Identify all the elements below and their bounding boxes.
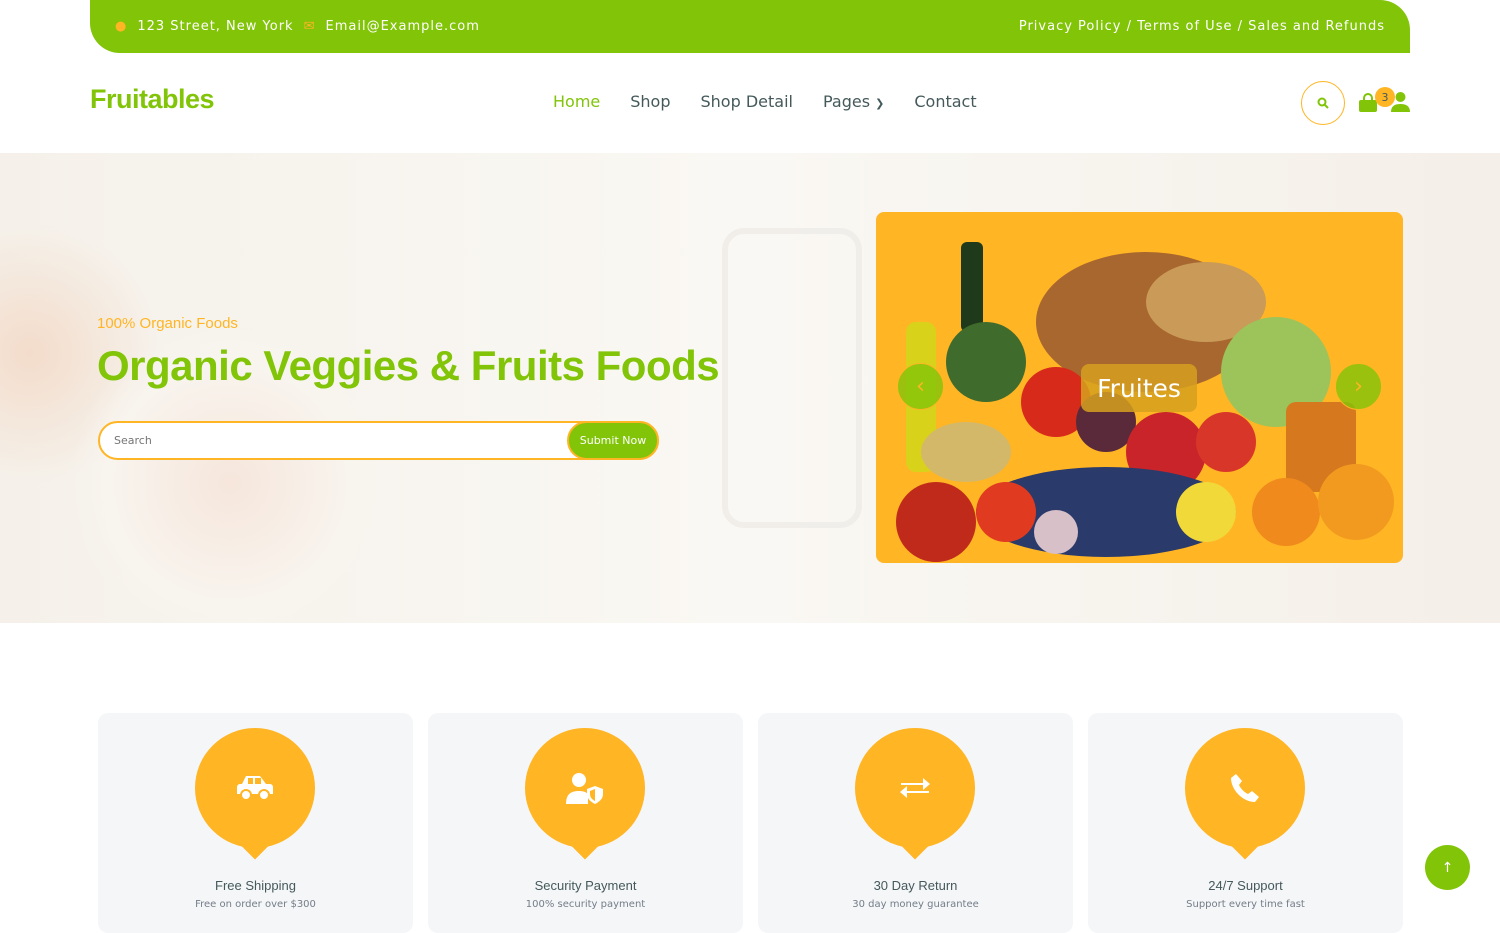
feature-text: 30 day money guarantee (852, 899, 979, 910)
feature-icon-badge (195, 728, 315, 848)
features-section: Free Shipping Free on order over $300 Se… (98, 713, 1403, 933)
top-bar: ● 123 Street, New York ✉ Email@Example.c… (90, 0, 1410, 53)
refunds-link[interactable]: Sales and Refunds (1248, 19, 1385, 34)
feature-text: Free on order over $300 (195, 899, 316, 910)
back-to-top-button[interactable]: ↑ (1425, 845, 1470, 890)
privacy-policy-link[interactable]: Privacy Policy (1019, 19, 1122, 34)
exchange-icon (900, 778, 930, 798)
feature-title: Security Payment (534, 878, 637, 893)
search-input[interactable] (100, 434, 567, 447)
feature-card: Security Payment 100% security payment (428, 713, 743, 933)
car-icon (237, 776, 273, 801)
map-marker-icon: ● (115, 19, 128, 34)
email-link[interactable]: Email@Example.com (326, 19, 480, 34)
feature-title: 24/7 Support (1208, 878, 1283, 893)
feature-text: Support every time fast (1186, 899, 1305, 910)
chevron-right-icon: › (1354, 374, 1363, 399)
carousel-prev-button[interactable]: ‹ (897, 363, 944, 410)
carousel-next-button[interactable]: › (1335, 363, 1382, 410)
feature-icon-badge (1185, 728, 1305, 848)
hero-carousel: Fruites ‹ › (876, 212, 1403, 563)
separator: / (1232, 19, 1249, 34)
separator: / (1121, 19, 1138, 34)
nav-home[interactable]: Home (553, 92, 600, 111)
carousel-caption[interactable]: Fruites (1081, 364, 1197, 412)
envelope-icon: ✉ (303, 19, 316, 34)
chevron-down-icon: ❯ (875, 97, 885, 110)
phone-background-image (722, 228, 862, 528)
logo[interactable]: Fruitables (90, 84, 215, 115)
hero-subtitle: 100% Organic Foods (97, 315, 238, 332)
main-nav: Home Shop Shop Detail Pages ❯ Contact (553, 92, 977, 111)
feature-icon-badge (855, 728, 975, 848)
arrow-up-icon: ↑ (1441, 859, 1454, 876)
hero-title: Organic Veggies & Fruits Foods (97, 342, 720, 389)
hero-search: Submit Now (98, 421, 659, 460)
search-button[interactable] (1301, 81, 1345, 125)
feature-icon-badge (525, 728, 645, 848)
nav-contact[interactable]: Contact (914, 92, 976, 111)
feature-text: 100% security payment (525, 899, 646, 910)
chevron-left-icon: ‹ (916, 374, 925, 399)
feature-title: Free Shipping (215, 878, 296, 893)
feature-card: 24/7 Support Support every time fast (1088, 713, 1403, 933)
feature-title: 30 Day Return (873, 878, 958, 893)
user-shield-icon (566, 773, 603, 804)
address: 123 Street, New York (137, 19, 294, 34)
feature-card: 30 Day Return 30 day money guarantee (758, 713, 1073, 933)
user-icon[interactable] (1391, 92, 1410, 112)
feature-card: Free Shipping Free on order over $300 (98, 713, 413, 933)
phone-icon (1231, 774, 1259, 802)
submit-button[interactable]: Submit Now (567, 421, 659, 460)
terms-link[interactable]: Terms of Use (1137, 19, 1232, 34)
nav-pages[interactable]: Pages ❯ (823, 92, 884, 111)
nav-pages-label: Pages (822, 92, 871, 111)
nav-shop[interactable]: Shop (630, 92, 670, 111)
search-icon (1317, 97, 1329, 109)
nav-shop-detail[interactable]: Shop Detail (701, 92, 793, 111)
